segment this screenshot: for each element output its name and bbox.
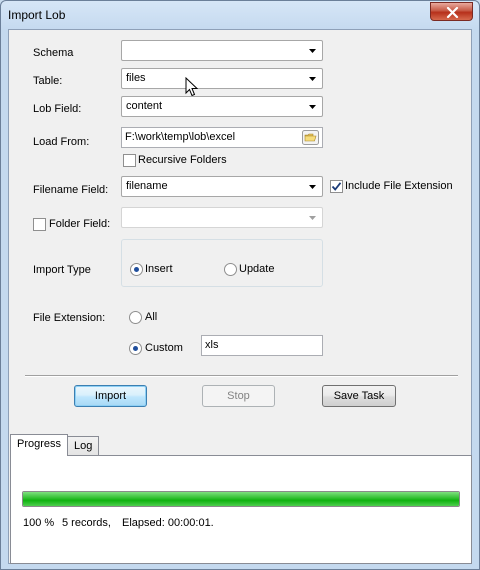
tab-progress[interactable]: Progress: [10, 434, 69, 456]
filename-field-value: filename: [126, 180, 168, 192]
table-select[interactable]: files: [121, 68, 323, 89]
schema-label: Schema: [33, 47, 74, 59]
folder-field-label: Folder Field:: [49, 218, 111, 230]
all-label: All: [145, 311, 158, 323]
include-file-extension-checkbox[interactable]: [330, 180, 343, 193]
filename-field-label: Filename Field:: [33, 184, 109, 196]
progress-bar-fill: [23, 492, 459, 506]
include-file-extension-label: Include File Extension: [345, 180, 453, 192]
checkmark-icon: [331, 182, 342, 191]
insert-radio[interactable]: [130, 263, 143, 276]
custom-extension-input[interactable]: xls: [201, 335, 323, 356]
progress-bar: [22, 491, 460, 507]
chevron-down-icon: [305, 43, 320, 58]
save-task-button[interactable]: Save Task: [322, 385, 396, 407]
title-bar[interactable]: Import Lob: [1, 1, 479, 29]
progress-percent: 100 %: [23, 517, 55, 529]
dialog-body: Schema Table: files Lob Field: content L…: [8, 29, 472, 564]
load-from-value: F:\work\temp\lob\excel: [125, 131, 236, 143]
stop-button[interactable]: Stop: [202, 385, 275, 407]
chevron-down-icon: [305, 210, 320, 225]
close-button[interactable]: [430, 2, 473, 21]
import-type-label: Import Type: [33, 264, 91, 276]
window-title: Import Lob: [8, 8, 66, 22]
lob-field-value: content: [126, 100, 163, 112]
recursive-folders-checkbox[interactable]: [123, 154, 136, 167]
chevron-down-icon: [305, 71, 320, 86]
custom-label: Custom: [145, 342, 183, 354]
all-radio[interactable]: [129, 311, 142, 324]
progress-elapsed: Elapsed: 00:00:01.: [122, 517, 214, 529]
custom-radio[interactable]: [129, 342, 142, 355]
custom-extension-value: xls: [205, 339, 219, 351]
mouse-cursor-icon: [185, 77, 198, 97]
chevron-down-icon: [305, 99, 320, 114]
tab-log[interactable]: Log: [67, 436, 100, 456]
lob-field-label: Lob Field:: [33, 103, 82, 115]
folder-icon[interactable]: [302, 130, 319, 145]
insert-label: Insert: [145, 263, 173, 275]
close-icon: [446, 7, 459, 18]
folder-field-select[interactable]: [121, 207, 323, 228]
progress-records: 5 records,: [62, 517, 111, 529]
recursive-folders-label: Recursive Folders: [138, 154, 227, 166]
separator: [25, 375, 458, 377]
load-from-input[interactable]: F:\work\temp\lob\excel: [121, 127, 323, 148]
folder-field-checkbox[interactable]: [33, 218, 46, 231]
import-lob-window: Import Lob Schema Table: files Lob Field…: [0, 0, 480, 570]
update-radio[interactable]: [224, 263, 237, 276]
chevron-down-icon: [305, 179, 320, 194]
progress-panel: 100 % 5 records, Elapsed: 00:00:01.: [10, 455, 472, 564]
lob-field-select[interactable]: content: [121, 96, 323, 117]
file-extension-label: File Extension:: [33, 312, 106, 324]
update-label: Update: [239, 263, 275, 275]
load-from-label: Load From:: [33, 136, 90, 148]
table-label: Table:: [33, 75, 63, 87]
table-value: files: [126, 72, 146, 84]
import-button[interactable]: Import: [74, 385, 147, 407]
filename-field-select[interactable]: filename: [121, 176, 323, 197]
schema-select[interactable]: [121, 40, 323, 61]
